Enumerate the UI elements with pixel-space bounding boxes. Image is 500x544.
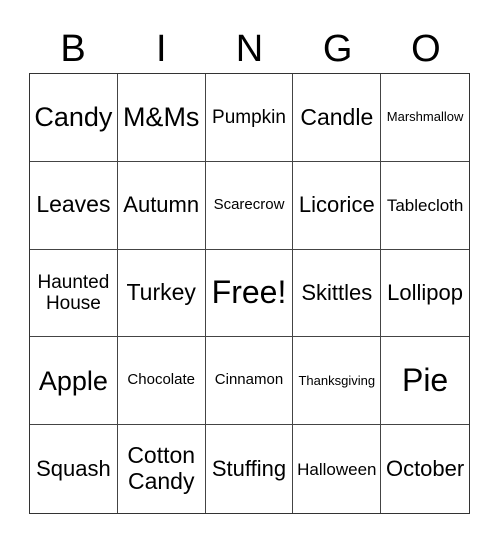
bingo-cell[interactable]: Thanksgiving xyxy=(293,337,382,426)
bingo-header: B I N G O xyxy=(29,26,470,72)
bingo-cell[interactable]: Squash xyxy=(30,425,118,513)
header-letter-g: G xyxy=(322,28,353,70)
bingo-cell[interactable]: Marshmallow xyxy=(381,74,469,162)
bingo-cell[interactable]: October xyxy=(381,425,469,513)
bingo-cell[interactable]: Cinnamon xyxy=(205,337,294,426)
free-space-cell[interactable]: Free! xyxy=(205,249,294,338)
bingo-cell[interactable]: Lollipop xyxy=(381,250,469,338)
bingo-cell[interactable]: Chocolate xyxy=(117,337,206,426)
header-letter-i: I xyxy=(156,28,167,70)
bingo-cell[interactable]: Stuffing xyxy=(206,425,294,513)
bingo-cell[interactable]: Scarecrow xyxy=(205,161,294,250)
bingo-cell[interactable]: M&Ms xyxy=(117,74,206,162)
bingo-cell[interactable]: Candy xyxy=(30,74,118,162)
bingo-cell[interactable]: Pumpkin xyxy=(205,74,294,162)
header-letter-b: B xyxy=(60,28,86,70)
bingo-cell[interactable]: Cotton Candy xyxy=(118,425,206,513)
bingo-cell[interactable]: Turkey xyxy=(117,249,206,338)
bingo-cell[interactable]: Halloween xyxy=(293,425,382,513)
bingo-cell[interactable]: Autumn xyxy=(117,161,206,250)
bingo-cell[interactable]: Licorice xyxy=(293,161,382,250)
bingo-cell[interactable]: Haunted House xyxy=(30,249,118,338)
bingo-cell[interactable]: Candle xyxy=(293,74,382,162)
bingo-cell[interactable]: Pie xyxy=(381,337,469,426)
header-letter-o: O xyxy=(411,28,441,70)
bingo-cell[interactable]: Skittles xyxy=(293,249,382,338)
header-letter-n: N xyxy=(235,28,264,70)
bingo-cell[interactable]: Leaves xyxy=(30,161,118,250)
bingo-cell[interactable]: Tablecloth xyxy=(381,162,469,250)
bingo-grid: Candy M&Ms Pumpkin Candle Marshmallow Le… xyxy=(29,73,470,514)
bingo-cell[interactable]: Apple xyxy=(30,337,118,426)
